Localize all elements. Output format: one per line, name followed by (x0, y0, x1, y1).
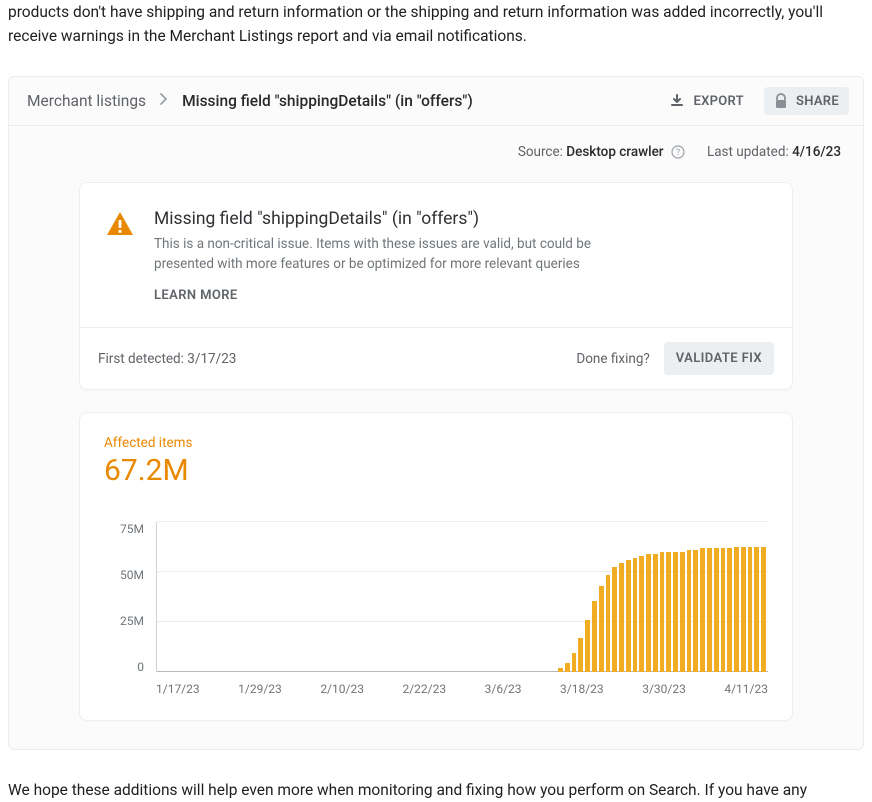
panel-header: Merchant listings Missing field "shippin… (9, 77, 863, 126)
report-panel: Merchant listings Missing field "shippin… (8, 76, 864, 750)
chart-bar[interactable] (646, 554, 651, 672)
first-detected-label: First detected: (98, 351, 184, 367)
chart-bar[interactable] (660, 552, 665, 672)
chart-card: Affected items 67.2M 75M50M25M0 1/17/231… (79, 412, 793, 721)
share-label: SHARE (796, 94, 839, 109)
chart-bar[interactable] (748, 547, 753, 673)
chart-bar[interactable] (558, 668, 563, 672)
chart-bar[interactable] (754, 547, 759, 673)
chart-bar[interactable] (721, 548, 726, 672)
source-label: Source: (518, 144, 563, 160)
lock-icon (774, 93, 788, 109)
chart-bar[interactable] (653, 554, 658, 672)
chart-bar[interactable] (565, 663, 570, 672)
x-axis: 1/17/23 1/29/23 2/10/23 2/22/23 3/6/23 3/18/2… (156, 672, 768, 696)
chart-bar[interactable] (578, 638, 583, 672)
y-tick: 0 (104, 660, 144, 674)
chart-bar[interactable] (673, 552, 678, 672)
x-tick: 3/30/23 (642, 682, 686, 696)
chevron-right-icon (160, 93, 168, 109)
chart-bar[interactable] (666, 552, 671, 672)
chart-bar[interactable] (714, 548, 719, 672)
share-button[interactable]: SHARE (764, 87, 849, 115)
chart-bar[interactable] (639, 556, 644, 672)
y-tick: 50M (104, 568, 144, 582)
chart-bars (157, 522, 768, 672)
download-icon (669, 93, 685, 109)
updated-value: 4/16/23 (792, 144, 841, 160)
chart-bar[interactable] (633, 558, 638, 672)
x-tick: 4/11/23 (724, 682, 768, 696)
chart-bar[interactable] (585, 620, 590, 673)
chart-bar[interactable] (727, 548, 732, 672)
issue-title: Missing field "shippingDetails" (in "off… (154, 209, 614, 229)
issue-card: Missing field "shippingDetails" (in "off… (79, 182, 793, 390)
issue-description: This is a non-critical issue. Items with… (154, 235, 614, 274)
export-label: EXPORT (693, 94, 744, 109)
chart-bar[interactable] (592, 601, 597, 672)
export-button[interactable]: EXPORT (659, 87, 754, 115)
chart-bar[interactable] (680, 552, 685, 672)
done-fixing-text: Done fixing? (576, 351, 649, 367)
breadcrumb-current: Missing field "shippingDetails" (in "off… (182, 92, 473, 110)
chart-bar[interactable] (572, 653, 577, 672)
outro-text: We hope these additions will help even m… (0, 778, 872, 802)
chart-bar[interactable] (734, 547, 739, 673)
x-tick: 3/6/23 (485, 682, 522, 696)
svg-text:?: ? (676, 148, 680, 158)
help-circle-icon[interactable]: ? (671, 145, 685, 159)
x-tick: 1/17/23 (156, 682, 200, 696)
chart-bar[interactable] (599, 586, 604, 672)
header-actions: EXPORT SHARE (659, 87, 849, 115)
chart-metric-value: 67.2M (104, 453, 768, 488)
chart-metric-label: Affected items (104, 435, 768, 451)
source-value: Desktop crawler (566, 144, 663, 160)
chart-bar[interactable] (700, 548, 705, 672)
chart-bar[interactable] (761, 547, 766, 673)
updated-label: Last updated: (707, 144, 789, 160)
x-tick: 1/29/23 (238, 682, 282, 696)
breadcrumb-root[interactable]: Merchant listings (27, 92, 146, 110)
chart: 75M 50M 25M 0 1/17/23 1/29/23 2/10/23 2/22/23 3… (104, 522, 768, 696)
intro-text: products don't have shipping and return … (0, 0, 872, 56)
updated-meta: Last updated: 4/16/23 (707, 144, 841, 160)
warning-icon (106, 211, 134, 309)
chart-bar[interactable] (687, 550, 692, 672)
source-meta: Source: Desktop crawler ? (518, 144, 685, 160)
learn-more-link[interactable]: LEARN MORE (154, 288, 238, 303)
y-tick: 25M (104, 614, 144, 628)
chart-plot (156, 522, 768, 672)
x-tick: 2/22/23 (402, 682, 446, 696)
chart-bar[interactable] (741, 547, 746, 673)
chart-bar[interactable] (619, 563, 624, 672)
breadcrumb: Merchant listings Missing field "shippin… (27, 92, 473, 110)
chart-bar[interactable] (693, 550, 698, 672)
chart-bar[interactable] (626, 560, 631, 673)
chart-bar[interactable] (606, 575, 611, 673)
y-axis: 75M 50M 25M 0 (104, 522, 152, 674)
chart-bar[interactable] (612, 567, 617, 672)
meta-row: Source: Desktop crawler ? Last updated: … (9, 126, 863, 160)
x-tick: 3/18/23 (560, 682, 604, 696)
y-tick: 75M (104, 522, 144, 536)
x-tick: 2/10/23 (320, 682, 364, 696)
first-detected: First detected: 3/17/23 (98, 351, 236, 367)
chart-bar[interactable] (707, 548, 712, 672)
first-detected-value: 3/17/23 (187, 351, 236, 367)
validate-fix-button[interactable]: VALIDATE FIX (664, 342, 774, 375)
